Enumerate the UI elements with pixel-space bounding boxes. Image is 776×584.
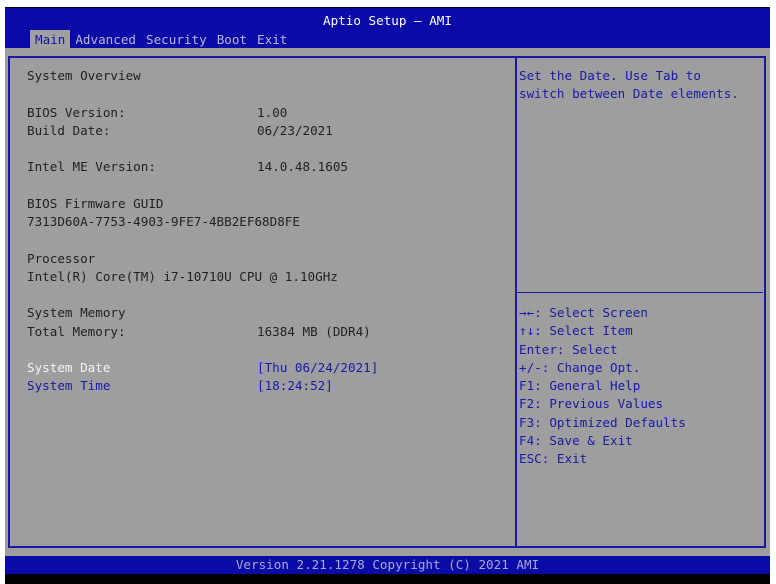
total-memory-label: Total Memory: <box>27 323 126 339</box>
system-date-row[interactable]: System Date [Thu 06/24/2021] <box>27 359 507 377</box>
content-box: System Overview BIOS Version: 1.00 Build … <box>8 56 766 548</box>
tab-advanced[interactable]: Advanced <box>70 30 141 49</box>
me-version-row: Intel ME Version: 14.0.48.1605 <box>27 158 507 176</box>
me-version-label: Intel ME Version: <box>27 159 156 175</box>
footer-version: Version 2.21.1278 Copyright (C) 2021 AMI <box>5 556 770 574</box>
processor-label: Processor <box>27 250 96 266</box>
help-line: switch between Date elements. <box>519 86 739 102</box>
vertical-divider <box>515 58 517 546</box>
key-hint: →←: Select Screen <box>519 305 648 320</box>
main-panel: System Overview BIOS Version: 1.00 Build … <box>5 48 770 556</box>
guid-value: 7313D60A-7753-4903-9FE7-4BB2EF68D8FE <box>27 214 300 229</box>
system-date-value[interactable]: [Thu 06/24/2021] <box>257 359 378 377</box>
bios-version-value: 1.00 <box>257 104 288 120</box>
guid-label: BIOS Firmware GUID <box>27 195 164 211</box>
key-hint: F1: General Help <box>519 378 641 393</box>
bios-version-row: BIOS Version: 1.00 <box>27 104 507 122</box>
help-line: Set the Date. Use Tab to <box>519 68 701 83</box>
total-memory-value: 16384 MB (DDR4) <box>257 323 371 339</box>
key-hint: ↑↓: Select Item <box>519 323 633 339</box>
tab-main[interactable]: Main <box>30 30 71 49</box>
tab-bar: Main Advanced Security Boot Exit <box>30 30 292 49</box>
build-date-row: Build Date: 06/23/2021 <box>27 122 507 140</box>
system-time-value[interactable]: [18:24:52] <box>257 377 333 395</box>
tab-security[interactable]: Security <box>141 30 212 49</box>
processor-value: Intel(R) Core(TM) i7-10710U CPU @ 1.10GH… <box>27 268 338 284</box>
system-date-label: System Date <box>27 360 111 375</box>
bottom-edge <box>5 574 770 584</box>
tab-exit[interactable]: Exit <box>252 30 292 49</box>
key-hint: +/-: Change Opt. <box>519 359 641 375</box>
total-memory-row: Total Memory: 16384 MB (DDR4) <box>27 323 507 341</box>
help-separator <box>517 292 763 293</box>
key-hint: F4: Save & Exit <box>519 432 633 448</box>
key-hint: Enter: Select <box>519 341 618 357</box>
build-date-value: 06/23/2021 <box>257 122 333 138</box>
tab-boot[interactable]: Boot <box>212 30 252 49</box>
help-text: Set the Date. Use Tab to switch between … <box>519 67 739 104</box>
key-hint: ESC: Exit <box>519 451 588 466</box>
header: Aptio Setup – AMI Main Advanced Security… <box>5 8 770 49</box>
app-title: Aptio Setup – AMI <box>323 13 452 28</box>
system-time-row[interactable]: System Time [18:24:52] <box>27 377 507 395</box>
memory-label: System Memory <box>27 305 126 321</box>
settings-list: System Overview BIOS Version: 1.00 Build … <box>27 67 507 396</box>
build-date-label: Build Date: <box>27 122 111 138</box>
me-version-value: 14.0.48.1605 <box>257 159 348 175</box>
section-title: System Overview <box>27 68 141 83</box>
key-hint: F3: Optimized Defaults <box>519 414 686 430</box>
bios-version-label: BIOS Version: <box>27 104 126 120</box>
key-hint: F2: Previous Values <box>519 396 664 412</box>
system-time-label: System Time <box>27 378 111 394</box>
key-legend: →←: Select Screen ↑↓: Select Item Enter:… <box>519 304 686 468</box>
